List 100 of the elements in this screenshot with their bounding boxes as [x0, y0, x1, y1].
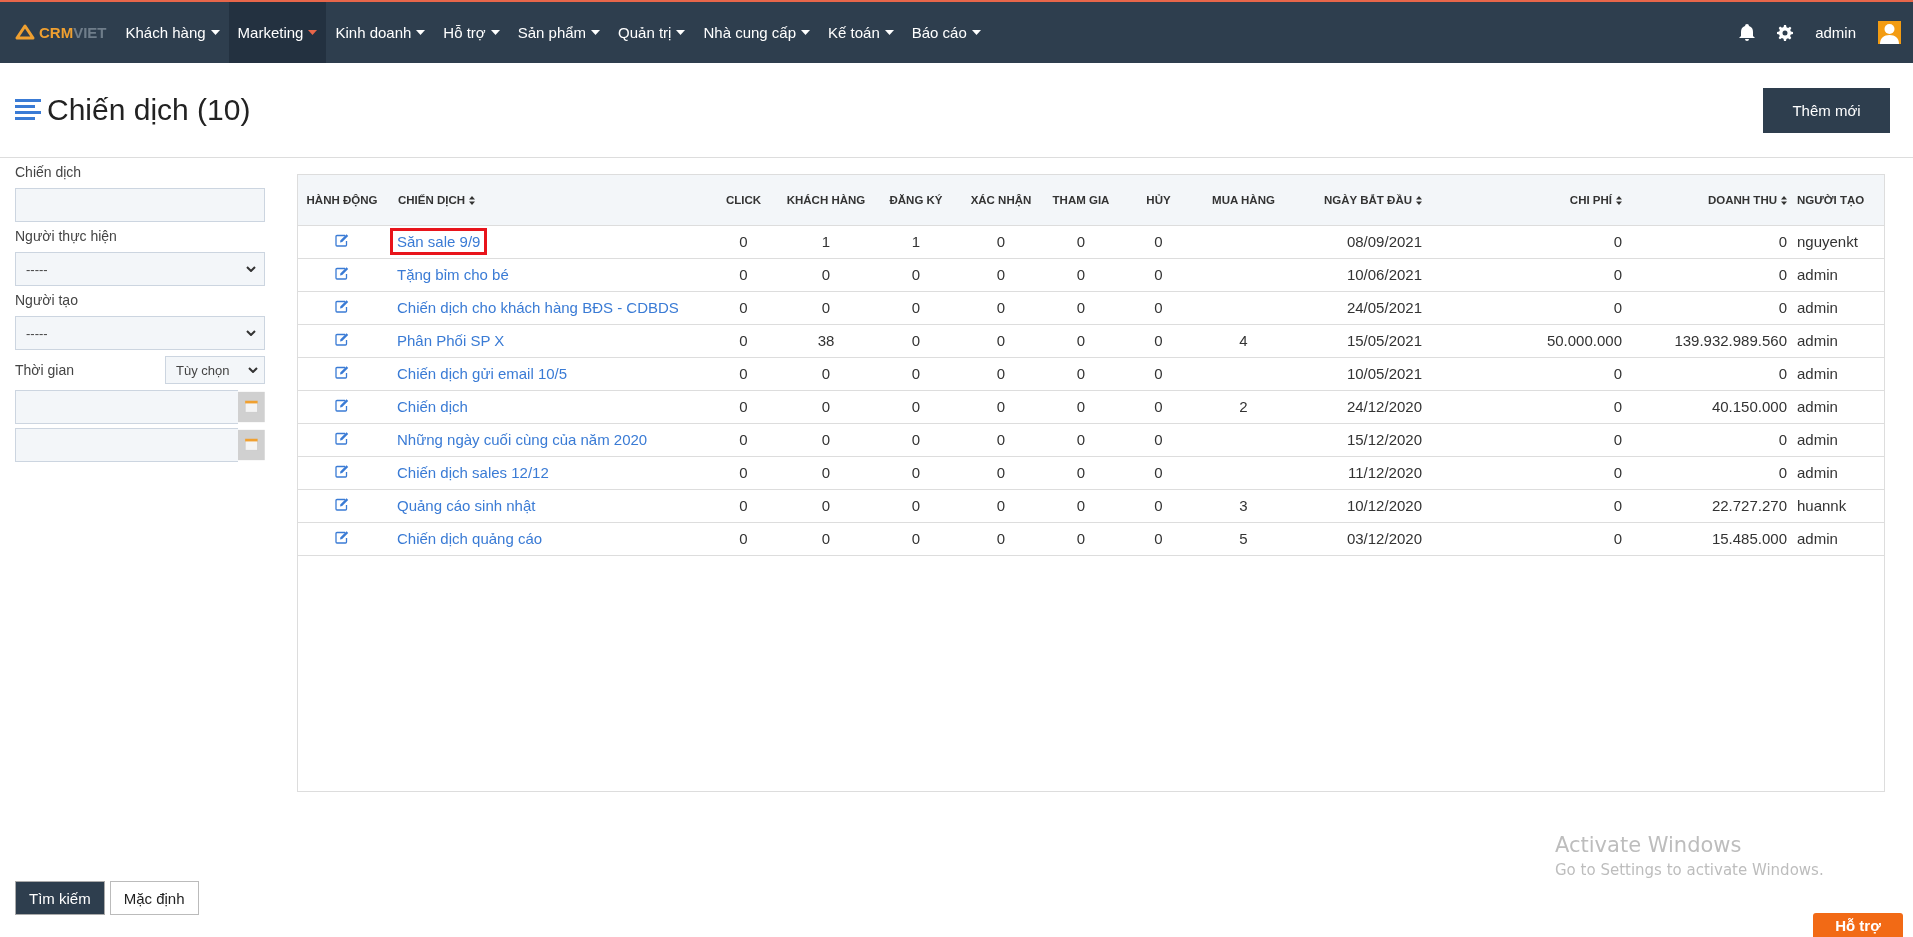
table-cell-text: 0	[1613, 266, 1622, 283]
table-cell-text: 0	[911, 365, 921, 382]
table-cell-text: 0	[1154, 233, 1163, 250]
table-cell-text: 0	[739, 299, 748, 316]
edit-icon[interactable]	[335, 234, 349, 247]
table-cell-text: 0	[739, 332, 748, 349]
edit-icon[interactable]	[335, 267, 349, 280]
column-header: KHÁCH HÀNG	[786, 193, 866, 206]
edit-icon[interactable]	[335, 366, 349, 379]
creator-name: 15.485.000	[1711, 530, 1787, 547]
nav-menu-item[interactable]: Quản trị	[609, 2, 695, 63]
creator-name: 0	[1778, 464, 1787, 481]
caret-icon	[308, 30, 318, 35]
campaign-link[interactable]: Chiến dịch gửi email 10/5	[390, 360, 575, 387]
table-cell-text: 0	[1154, 464, 1163, 481]
campaign-link[interactable]: Chiến dịch cho khách hàng BĐS - CDBDS	[390, 294, 686, 321]
column-header[interactable]: NGÀY BẮT ĐẦU	[1324, 193, 1412, 206]
column-header[interactable]: CHIẾN DỊCH	[398, 193, 466, 206]
table-cell-text: admin	[1797, 332, 1838, 349]
campaign-link[interactable]: Chiến dịch	[390, 393, 475, 420]
table-cell-text: 0	[821, 299, 831, 316]
table-cell-text: 0	[739, 431, 748, 448]
table-cell-text: 0	[1076, 299, 1086, 316]
column-header[interactable]: DOANH THU	[1708, 193, 1777, 206]
table-cell-text: 0	[739, 464, 748, 481]
nav-menu-item[interactable]: Kế toán	[819, 2, 903, 63]
logo-icon	[15, 24, 35, 41]
creator-name: 139.932.989.560	[1674, 332, 1787, 349]
field-label: Người thực hiện	[15, 228, 118, 244]
nav-menu-item[interactable]: Marketing	[228, 2, 327, 63]
table-cell-text: 0	[1154, 530, 1163, 547]
sort-icon[interactable]	[469, 196, 476, 206]
user-name[interactable]: admin	[1815, 24, 1856, 41]
column-header[interactable]: CHI PHÍ	[1569, 193, 1612, 206]
table-cell-text: admin	[1797, 266, 1838, 283]
add-new-button[interactable]: Thêm mới	[1763, 87, 1890, 133]
nav-menu-item[interactable]: Kinh doanh	[326, 2, 435, 63]
nav-menu-item[interactable]: Hỗ trợ	[434, 2, 509, 63]
sort-icon[interactable]	[1416, 196, 1422, 206]
table-cell-text: 0	[821, 530, 831, 547]
dropdown[interactable]: -----	[15, 252, 265, 286]
table-cell-text: 0	[1154, 365, 1163, 382]
table-cell-text: 0	[1076, 332, 1086, 349]
edit-icon[interactable]	[335, 498, 349, 511]
table-cell-text: 0	[739, 266, 748, 283]
edit-icon[interactable]	[335, 465, 349, 478]
bell-icon[interactable]	[1739, 23, 1756, 42]
edit-icon[interactable]	[335, 333, 349, 346]
caret-icon	[416, 30, 426, 35]
calendar-icon[interactable]	[238, 428, 265, 462]
edit-icon[interactable]	[335, 531, 349, 544]
table-cell-text: 0	[1076, 497, 1086, 514]
edit-icon[interactable]	[335, 300, 349, 313]
avatar-icon[interactable]	[1878, 21, 1901, 44]
table-cell-text: 3	[1239, 497, 1248, 514]
campaign-link[interactable]: Phân Phối SP X	[390, 327, 512, 354]
nav-menu-item[interactable]: Sản phẩm	[508, 2, 610, 63]
nav-menu-item[interactable]: Khách hàng	[116, 2, 229, 63]
table-cell-text: 0	[739, 530, 748, 547]
table-cell-text: 0	[1154, 299, 1163, 316]
campaign-search-field[interactable]	[15, 188, 265, 222]
table-cell-text: 0	[1613, 464, 1622, 481]
os-notice-title: Activate Windows	[1555, 833, 1743, 857]
nav-menu-item[interactable]: Báo cáo	[902, 2, 990, 63]
creator-name: 0	[1778, 431, 1787, 448]
dropdown[interactable]: Tùy chọn	[165, 356, 265, 384]
campaign-link[interactable]: Tặng bỉm cho bé	[390, 261, 516, 288]
table-cell-text: 0	[821, 398, 831, 415]
date-field[interactable]	[15, 390, 239, 424]
table-cell-text: 0	[1076, 266, 1086, 283]
creator-name: 40.150.000	[1711, 398, 1787, 415]
campaign-link[interactable]: Săn sale 9/9	[390, 228, 488, 255]
search-button[interactable]: Tìm kiếm	[15, 881, 105, 915]
calendar-icon[interactable]	[238, 390, 265, 424]
table-cell-text: 0	[1076, 233, 1086, 250]
campaign-link[interactable]: Chiến dịch sales 12/12	[390, 459, 556, 486]
dropdown[interactable]: -----	[15, 316, 265, 350]
settings-icon[interactable]	[1777, 24, 1794, 41]
sort-icon[interactable]	[1616, 196, 1622, 206]
campaign-link[interactable]: Những ngày cuối cùng của năm 2020	[390, 426, 655, 453]
table-cell-text: 03/12/2020	[1346, 530, 1422, 547]
edit-icon[interactable]	[335, 399, 349, 412]
reset-button[interactable]: Mặc định	[109, 881, 199, 915]
sort-icon[interactable]	[1781, 196, 1787, 206]
table-cell-text: 0	[1076, 464, 1086, 481]
campaign-link[interactable]: Quảng cáo sinh nhật	[390, 492, 543, 519]
table-cell-text: 0	[996, 530, 1006, 547]
table-cell-text: 0	[1613, 365, 1622, 382]
edit-icon[interactable]	[335, 432, 349, 445]
table-cell-text: 15/05/2021	[1346, 332, 1422, 349]
table-cell-text: 0	[996, 431, 1006, 448]
campaign-link[interactable]: Chiến dịch quảng cáo	[390, 525, 550, 552]
table-cell-text: 2	[1239, 398, 1248, 415]
creator-name: 22.727.270	[1711, 497, 1787, 514]
table-cell-text: 1	[821, 233, 831, 250]
logo-text: VIET	[73, 24, 107, 41]
logo[interactable]: CRMVIET	[0, 2, 117, 63]
chevron-icon	[246, 266, 256, 272]
nav-menu-item[interactable]: Nhà cung cấp	[694, 2, 820, 63]
date-field[interactable]	[15, 428, 239, 462]
